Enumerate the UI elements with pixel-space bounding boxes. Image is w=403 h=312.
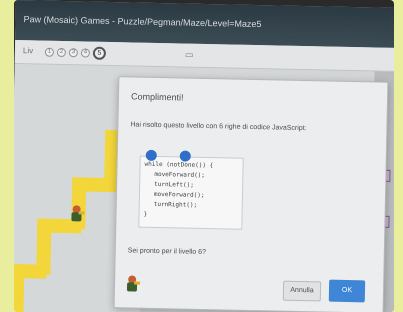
pegman-character	[69, 205, 85, 222]
dialog-title: Complimenti!	[130, 91, 184, 103]
level-4-button[interactable]: 4	[80, 48, 90, 58]
level-selector: 1 2 3 4 5	[44, 46, 107, 60]
level-2-button[interactable]: 2	[56, 47, 67, 58]
photo-frame: Paw (Mosaic) Games - Puzzle/Pegman/Maze/…	[14, 0, 394, 312]
next-level-question: Sei pronto per il livello 6?	[127, 247, 207, 257]
code-line: }	[143, 210, 148, 218]
level-label: Liv	[22, 46, 34, 56]
cancel-button[interactable]: Annulla	[282, 280, 322, 302]
app-screen: Paw (Mosaic) Games - Puzzle/Pegman/Maze/…	[14, 0, 394, 312]
level-3-button[interactable]: 3	[68, 48, 79, 58]
dialog-message: Hai risolto questo livello con 6 righe d…	[130, 121, 307, 133]
ok-button[interactable]: OK	[328, 279, 366, 303]
congratulations-dialog: Complimenti! Hai risolto questo livello …	[113, 76, 389, 312]
maze-path	[14, 273, 25, 312]
pegman-icon	[125, 275, 141, 292]
map-icon[interactable]: ▭	[185, 50, 197, 60]
level-1-button[interactable]: 1	[44, 47, 55, 57]
window-title: Paw (Mosaic) Games - Puzzle/Pegman/Maze/…	[23, 14, 262, 30]
code-line: turnRight();	[153, 200, 198, 209]
code-listing: while (notDone()) { moveForward(); turnL…	[138, 155, 244, 230]
level-5-button[interactable]: 5	[92, 46, 107, 60]
